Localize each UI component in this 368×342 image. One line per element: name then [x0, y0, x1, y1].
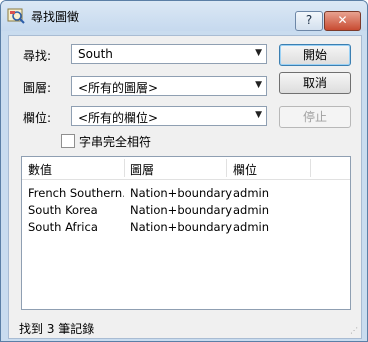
column-header-layer[interactable]: 圖層 [130, 161, 154, 178]
stop-button[interactable]: 停止 [279, 106, 351, 128]
exact-match-label: 字串完全相符 [79, 135, 152, 149]
dialog-body: 尋找: South ▼ 圖層: <所有的圖層> ▼ 欄位: <所有的欄位> ▼ … [8, 35, 362, 339]
cell-layer: Nation+boundary [130, 220, 233, 234]
title-bar: 尋找圖徵 ? ✕ [1, 1, 367, 31]
find-features-icon [7, 8, 25, 24]
chevron-down-icon[interactable]: ▼ [255, 80, 262, 90]
table-row[interactable]: South Korea Nation+boundary admin [22, 202, 350, 219]
cell-layer: Nation+boundary [130, 186, 233, 200]
column-divider[interactable] [124, 159, 125, 177]
results-header: 數值 圖層 欄位 [22, 157, 350, 180]
layer-combo[interactable]: <所有的圖層> ▼ [71, 76, 267, 96]
cell-field: admin [233, 220, 270, 234]
table-row[interactable]: French Southern... Nation+boundary admin [22, 185, 350, 202]
table-row[interactable]: South Africa Nation+boundary admin [22, 219, 350, 236]
field-combo[interactable]: <所有的欄位> ▼ [71, 106, 267, 126]
window-title: 尋找圖徵 [31, 10, 80, 24]
column-header-value[interactable]: 數值 [28, 161, 52, 178]
field-value: <所有的欄位> [78, 111, 159, 125]
column-divider[interactable] [310, 159, 311, 177]
layer-label: 圖層: [23, 81, 52, 95]
find-combo[interactable]: South ▼ [71, 44, 267, 64]
results-list[interactable]: 數值 圖層 欄位 French Southern... Nation+bound… [21, 156, 351, 310]
close-button[interactable]: ✕ [324, 11, 361, 31]
field-label: 欄位: [23, 111, 52, 125]
layer-value: <所有的圖層> [78, 81, 159, 95]
cell-value: South Korea [28, 203, 98, 217]
chevron-down-icon[interactable]: ▼ [255, 110, 262, 120]
cell-value: French Southern... [28, 186, 124, 200]
cell-layer: Nation+boundary [130, 203, 233, 217]
status-text: 找到 3 筆記錄 [19, 322, 95, 336]
cell-field: admin [233, 186, 270, 200]
find-label: 尋找: [23, 49, 52, 63]
resize-grip-icon[interactable]: ⋰ [350, 326, 358, 335]
column-divider[interactable] [226, 159, 227, 177]
find-features-dialog: 尋找圖徵 ? ✕ 尋找: South ▼ 圖層: <所有的圖層> ▼ 欄位: <… [0, 0, 368, 342]
cell-field: admin [233, 203, 270, 217]
cancel-button[interactable]: 取消 [279, 72, 351, 94]
exact-match-checkbox[interactable] [61, 134, 75, 148]
chevron-down-icon[interactable]: ▼ [255, 48, 262, 58]
column-header-field[interactable]: 欄位 [233, 161, 257, 178]
help-button[interactable]: ? [295, 11, 323, 31]
start-button[interactable]: 開始 [279, 44, 351, 66]
cell-value: South Africa [28, 220, 98, 234]
find-value: South [78, 47, 113, 61]
